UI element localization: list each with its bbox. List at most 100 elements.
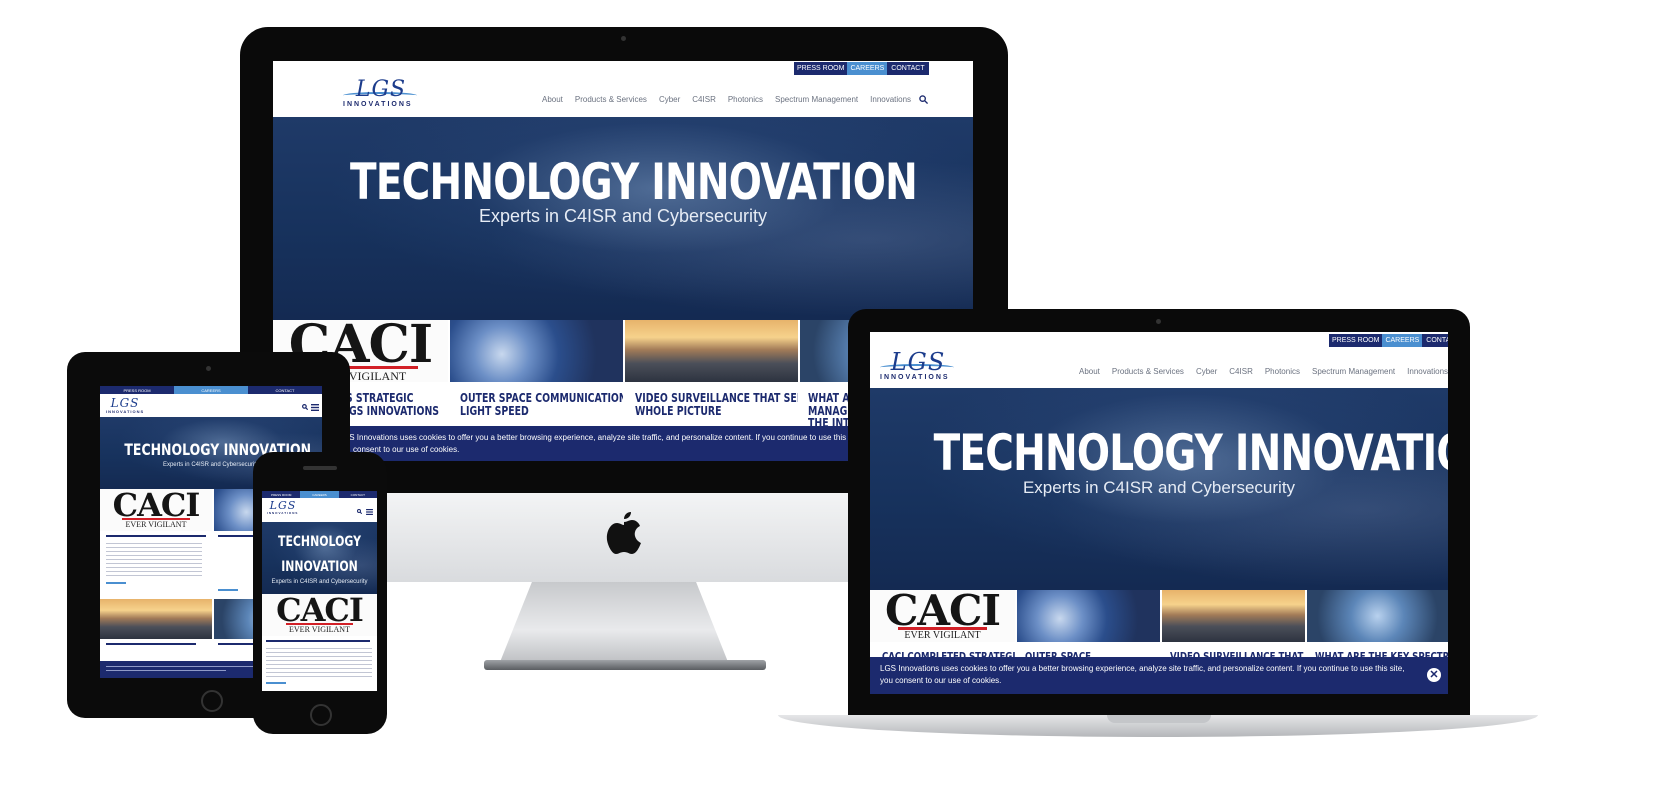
main-nav: About Products & Services Cyber C4ISR Ph… xyxy=(1079,367,1448,376)
site-header: PRESS ROOM CAREERS CONTACT LGS INNOVATIO… xyxy=(273,61,973,117)
utility-nav: PRESS ROOM CAREERS CONTACT xyxy=(100,386,322,394)
hero-subtitle: Experts in C4ISR and Cybersecurity xyxy=(478,206,768,226)
hero-subtitle: Experts in C4ISR and Cybersecurity xyxy=(271,579,368,585)
tablet-home-button xyxy=(201,690,223,712)
read-more-link[interactable] xyxy=(218,589,238,591)
news-card[interactable]: WHAT ARE THE KEY SPECTRUM xyxy=(1305,590,1448,662)
cookie-banner: LGS Innovations uses cookies to offer yo… xyxy=(870,657,1448,694)
press-room-link[interactable]: PRESS ROOM xyxy=(100,386,174,394)
contact-link[interactable]: CONTACT xyxy=(338,491,377,498)
logo-subtitle: INNOVATIONS xyxy=(343,101,413,108)
logo-subtitle: INNOVATIONS xyxy=(880,374,950,381)
nav-about[interactable]: About xyxy=(1079,367,1100,376)
logo-mark: LGS xyxy=(890,348,946,376)
highway-image xyxy=(625,320,798,382)
press-room-link[interactable]: PRESS ROOM xyxy=(262,491,301,498)
caci-logo-image: CACI EVER VIGILANT xyxy=(100,489,212,531)
tech-image xyxy=(1307,590,1448,642)
lgs-logo[interactable]: LGS INNOVATIONS xyxy=(343,79,419,108)
logo-subtitle: INNOVATIONS xyxy=(106,409,145,414)
nav-products-services[interactable]: Products & Services xyxy=(1112,367,1184,376)
hero-subtitle: Experts in C4ISR and Cybersecurity xyxy=(1022,478,1296,497)
close-icon[interactable]: ✕ xyxy=(1427,668,1441,682)
hamburger-menu-icon[interactable] xyxy=(311,404,319,411)
macbook-screen: PRESS ROOM CAREERS CONTACT LGS INNOVATIO… xyxy=(870,332,1448,694)
nav-photonics[interactable]: Photonics xyxy=(1265,367,1300,376)
news-card[interactable]: OUTER SPACE COMMUNICATIONS—ATLIGHT SPEED xyxy=(448,320,623,430)
careers-link[interactable]: CAREERS xyxy=(174,386,248,394)
nav-spectrum-management[interactable]: Spectrum Management xyxy=(1312,367,1395,376)
nav-innovations[interactable]: Innovations xyxy=(870,95,911,104)
highway-image xyxy=(1162,590,1305,642)
apple-logo-icon xyxy=(606,512,641,554)
caci-logo-image: CACI EVER VIGILANT xyxy=(870,590,1015,642)
hero-title-line1: TECHNOLOGY xyxy=(278,534,361,550)
read-more-link[interactable] xyxy=(266,682,286,684)
phone-speaker xyxy=(303,466,337,470)
caci-tagline: EVER VIGILANT xyxy=(904,630,981,641)
main-nav: About Products & Services Cyber C4ISR Ph… xyxy=(542,95,929,104)
highway-image xyxy=(100,599,212,639)
nav-c4isr[interactable]: C4ISR xyxy=(1229,367,1253,376)
utility-nav: PRESS ROOM CAREERS CONTACT xyxy=(794,62,929,75)
caci-tagline: EVER VIGILANT xyxy=(289,625,350,634)
cookie-text: GS Innovations uses cookies to offer you… xyxy=(343,433,864,442)
press-room-link[interactable]: PRESS ROOM xyxy=(794,62,848,75)
card-title-line xyxy=(106,535,206,537)
news-card[interactable]: VIDEO SURVEILLANCE THAT xyxy=(1160,590,1305,662)
news-card[interactable]: OUTER SPACE xyxy=(1015,590,1160,662)
logo-subtitle: INNOVATIONS xyxy=(267,511,299,515)
lgs-logo[interactable]: LGS INNOVATIONS xyxy=(267,500,299,515)
news-card[interactable]: CACI EVER VIGILANT CACI COMPLETED STRATE… xyxy=(870,590,1015,662)
globe-image xyxy=(450,320,623,382)
contact-link[interactable]: CONTACT xyxy=(248,386,322,394)
card-title-line xyxy=(106,643,196,645)
hero-title-line2: INNOVATION xyxy=(281,559,358,575)
hero-banner: TECHNOLOGY INNOVATION Experts in C4ISR a… xyxy=(262,522,377,594)
search-icon[interactable] xyxy=(919,95,929,104)
logo-mark: LGS xyxy=(269,499,297,512)
nav-products-services[interactable]: Products & Services xyxy=(575,95,647,104)
utility-nav: PRESS ROOM CAREERS CONTACT xyxy=(262,491,377,498)
card-title-line xyxy=(266,640,370,642)
card-excerpt xyxy=(106,543,202,579)
lgs-logo[interactable]: LGS INNOVATIONS xyxy=(880,350,956,381)
imac-stand-foot xyxy=(484,660,766,670)
news-card[interactable] xyxy=(100,599,212,661)
hero-banner: TECHNOLOGY INNOVATION Experts in C4ISR a… xyxy=(870,388,1448,590)
search-icon[interactable] xyxy=(357,509,362,514)
nav-photonics[interactable]: Photonics xyxy=(728,95,763,104)
imac-camera xyxy=(621,36,626,41)
news-cards: CACI EVER VIGILANT CACI COMPLETED STRATE… xyxy=(870,590,1448,662)
nav-cyber[interactable]: Cyber xyxy=(1196,367,1217,376)
card-title: VIDEO SURVEILLANCE THAT SEES THEWHOLE PI… xyxy=(635,391,798,418)
search-icon[interactable] xyxy=(302,404,308,410)
nav-cyber[interactable]: Cyber xyxy=(659,95,680,104)
macbook-notch xyxy=(1107,715,1211,723)
news-card[interactable]: VIDEO SURVEILLANCE THAT SEES THEWHOLE PI… xyxy=(623,320,798,430)
news-card[interactable]: CACI EVER VIGILANT xyxy=(100,489,212,599)
nav-spectrum-management[interactable]: Spectrum Management xyxy=(775,95,858,104)
hero-title: TECHNOLOGY INNOVATION xyxy=(350,153,918,211)
tablet-camera xyxy=(206,366,211,371)
nav-innovations[interactable]: Innovations xyxy=(1407,367,1448,376)
logo-mark: LGS xyxy=(110,396,140,410)
careers-link[interactable]: CAREERS xyxy=(1382,334,1423,347)
nav-c4isr[interactable]: C4ISR xyxy=(692,95,716,104)
press-room-link[interactable]: PRESS ROOM xyxy=(1329,334,1383,347)
careers-link[interactable]: CAREERS xyxy=(847,62,888,75)
hamburger-menu-icon[interactable] xyxy=(366,509,373,515)
site-header: PRESS ROOM CAREERS CONTACT LGS INNOVATIO… xyxy=(870,332,1448,388)
imac-stand xyxy=(500,582,728,662)
contact-link[interactable]: CONTACT xyxy=(887,62,929,75)
card-title: OUTER SPACE COMMUNICATIONS—ATLIGHT SPEED xyxy=(460,391,623,418)
lgs-logo[interactable]: LGS INNOVATIONS xyxy=(106,397,144,414)
news-card[interactable]: CACI EVER VIGILANT xyxy=(262,594,377,691)
card-excerpt xyxy=(266,648,372,678)
careers-link[interactable]: CAREERS xyxy=(300,491,339,498)
card-title: 'S STRATEGIC LGS INNOVATIONS xyxy=(343,391,440,418)
nav-about[interactable]: About xyxy=(542,95,563,104)
phone-home-button xyxy=(310,704,332,726)
read-more-link[interactable] xyxy=(106,582,126,584)
contact-link[interactable]: CONTACT xyxy=(1422,334,1448,347)
